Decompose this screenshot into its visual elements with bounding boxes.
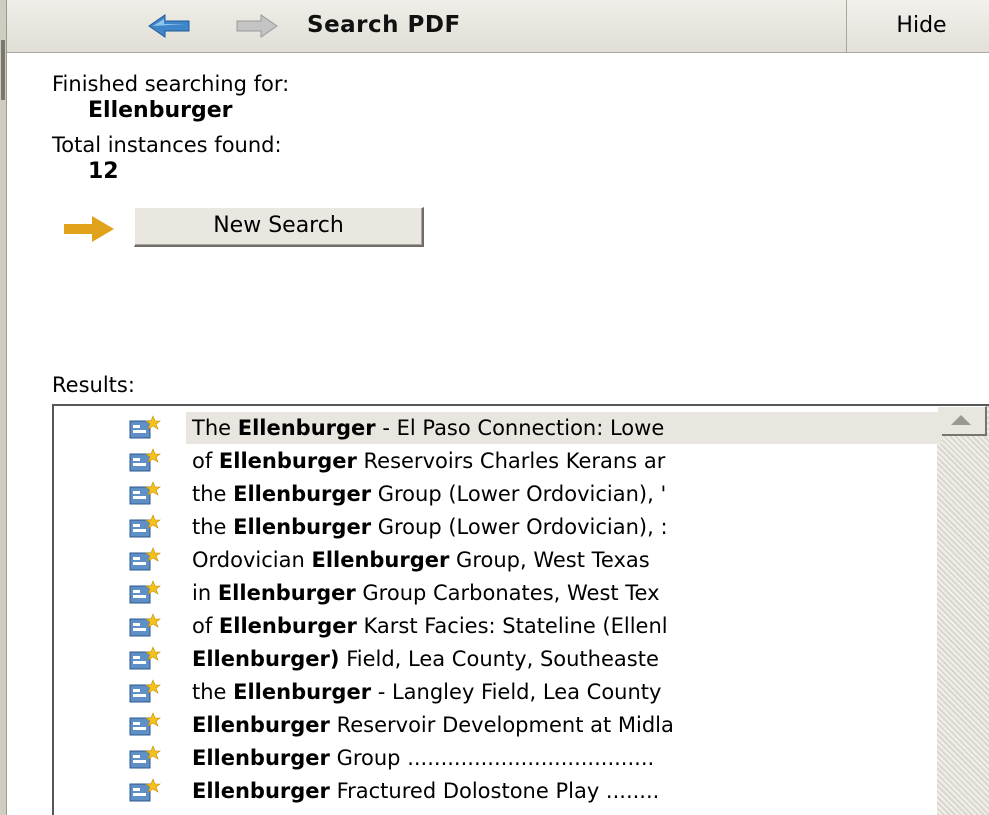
search-result-icon xyxy=(129,646,161,670)
result-term: Ellenburger xyxy=(192,746,330,770)
search-result-icon xyxy=(129,712,161,736)
result-suffix: Karst Facies: Stateline (Ellenl xyxy=(356,614,668,638)
result-suffix: Group ..................................… xyxy=(329,746,655,770)
search-result-item[interactable]: the Ellenburger - Langley Field, Lea Cou… xyxy=(186,676,942,708)
result-prefix: the xyxy=(192,680,234,704)
search-result-icon xyxy=(129,580,161,604)
search-result-icon xyxy=(129,745,161,769)
result-suffix: - El Paso Connection: Lowe xyxy=(375,416,665,440)
result-prefix: of xyxy=(192,449,219,473)
pointer-arrow-icon xyxy=(64,216,114,242)
result-suffix: Reservoir Development at Midla xyxy=(329,713,674,737)
search-result-icon xyxy=(129,448,161,472)
search-result-item[interactable]: in Ellenburger Group Carbonates, West Te… xyxy=(186,577,942,609)
result-suffix: Group Carbonates, West Tex xyxy=(355,581,660,605)
result-prefix: Ordovician xyxy=(192,548,312,572)
splitter-grip[interactable] xyxy=(1,40,5,100)
result-term: Ellenburger xyxy=(233,680,372,704)
total-instances-value: 12 xyxy=(88,159,119,184)
search-result-item[interactable]: Ellenburger Group ......................… xyxy=(186,742,942,774)
search-term-value: Ellenburger xyxy=(88,98,233,123)
results-label: Results: xyxy=(52,373,135,397)
search-result-item[interactable]: Ellenburger Reservoir Development at Mid… xyxy=(186,709,942,741)
result-prefix: of xyxy=(192,614,219,638)
search-result-item[interactable]: of Ellenburger Karst Facies: Stateline (… xyxy=(186,610,942,642)
result-term: Ellenburger xyxy=(233,515,372,539)
scroll-up-arrow-icon xyxy=(951,415,971,425)
result-prefix: the xyxy=(192,482,234,506)
scroll-up-button[interactable] xyxy=(937,406,987,436)
search-result-icon xyxy=(129,415,161,439)
result-term: Ellenburger xyxy=(218,614,357,638)
result-suffix: - Langley Field, Lea County xyxy=(371,680,662,704)
result-term: Ellenburger xyxy=(192,779,330,803)
result-suffix: Reservoirs Charles Kerans ar xyxy=(356,449,666,473)
search-result-item[interactable]: of Ellenburger Reservoirs Charles Kerans… xyxy=(186,445,942,477)
result-term: Ellenburger) xyxy=(192,647,340,671)
result-term: Ellenburger xyxy=(237,416,376,440)
results-scrollbar[interactable] xyxy=(937,406,989,815)
result-suffix: Field, Lea County, Southeaste xyxy=(339,647,659,671)
search-result-icon xyxy=(129,778,161,802)
search-toolbar: Search PDF Hide xyxy=(7,0,989,53)
result-term: Ellenburger xyxy=(311,548,450,572)
back-arrow-icon[interactable] xyxy=(147,13,191,39)
result-term: Ellenburger xyxy=(192,713,330,737)
result-suffix: Fractured Dolostone Play ........ xyxy=(329,779,660,803)
search-result-item[interactable]: Ellenburger Fractured Dolostone Play ...… xyxy=(186,775,942,807)
search-result-icon xyxy=(129,613,161,637)
result-prefix: the xyxy=(192,515,234,539)
result-term: Ellenburger xyxy=(233,482,372,506)
forward-arrow-icon[interactable] xyxy=(235,13,279,39)
result-prefix: The xyxy=(192,416,238,440)
result-term: Ellenburger xyxy=(218,449,357,473)
new-search-button[interactable]: New Search xyxy=(134,207,424,247)
total-instances-label: Total instances found: xyxy=(52,133,282,157)
result-suffix: Group (Lower Ordovician), ' xyxy=(371,482,667,506)
hide-button[interactable]: Hide xyxy=(846,0,989,52)
search-result-item[interactable]: Ellenburger) Field, Lea County, Southeas… xyxy=(186,643,942,675)
result-prefix: in xyxy=(192,581,218,605)
search-result-icon xyxy=(129,481,161,505)
search-result-item[interactable]: The Ellenburger - El Paso Connection: Lo… xyxy=(186,412,942,444)
results-list[interactable]: The Ellenburger - El Paso Connection: Lo… xyxy=(52,404,989,815)
search-result-item[interactable]: the Ellenburger Group (Lower Ordovician)… xyxy=(186,478,942,510)
search-result-icon xyxy=(129,514,161,538)
search-result-icon xyxy=(129,679,161,703)
panel-splitter[interactable] xyxy=(0,0,7,815)
result-suffix: Group (Lower Ordovician), : xyxy=(371,515,668,539)
search-result-item[interactable]: Ordovician Ellenburger Group, West Texas xyxy=(186,544,942,576)
search-result-item[interactable]: the Ellenburger Group (Lower Ordovician)… xyxy=(186,511,942,543)
panel-title: Search PDF xyxy=(307,12,461,38)
search-result-icon xyxy=(129,547,161,571)
finished-searching-label: Finished searching for: xyxy=(52,72,290,96)
result-suffix: Group, West Texas xyxy=(449,548,650,572)
result-term: Ellenburger xyxy=(217,581,356,605)
